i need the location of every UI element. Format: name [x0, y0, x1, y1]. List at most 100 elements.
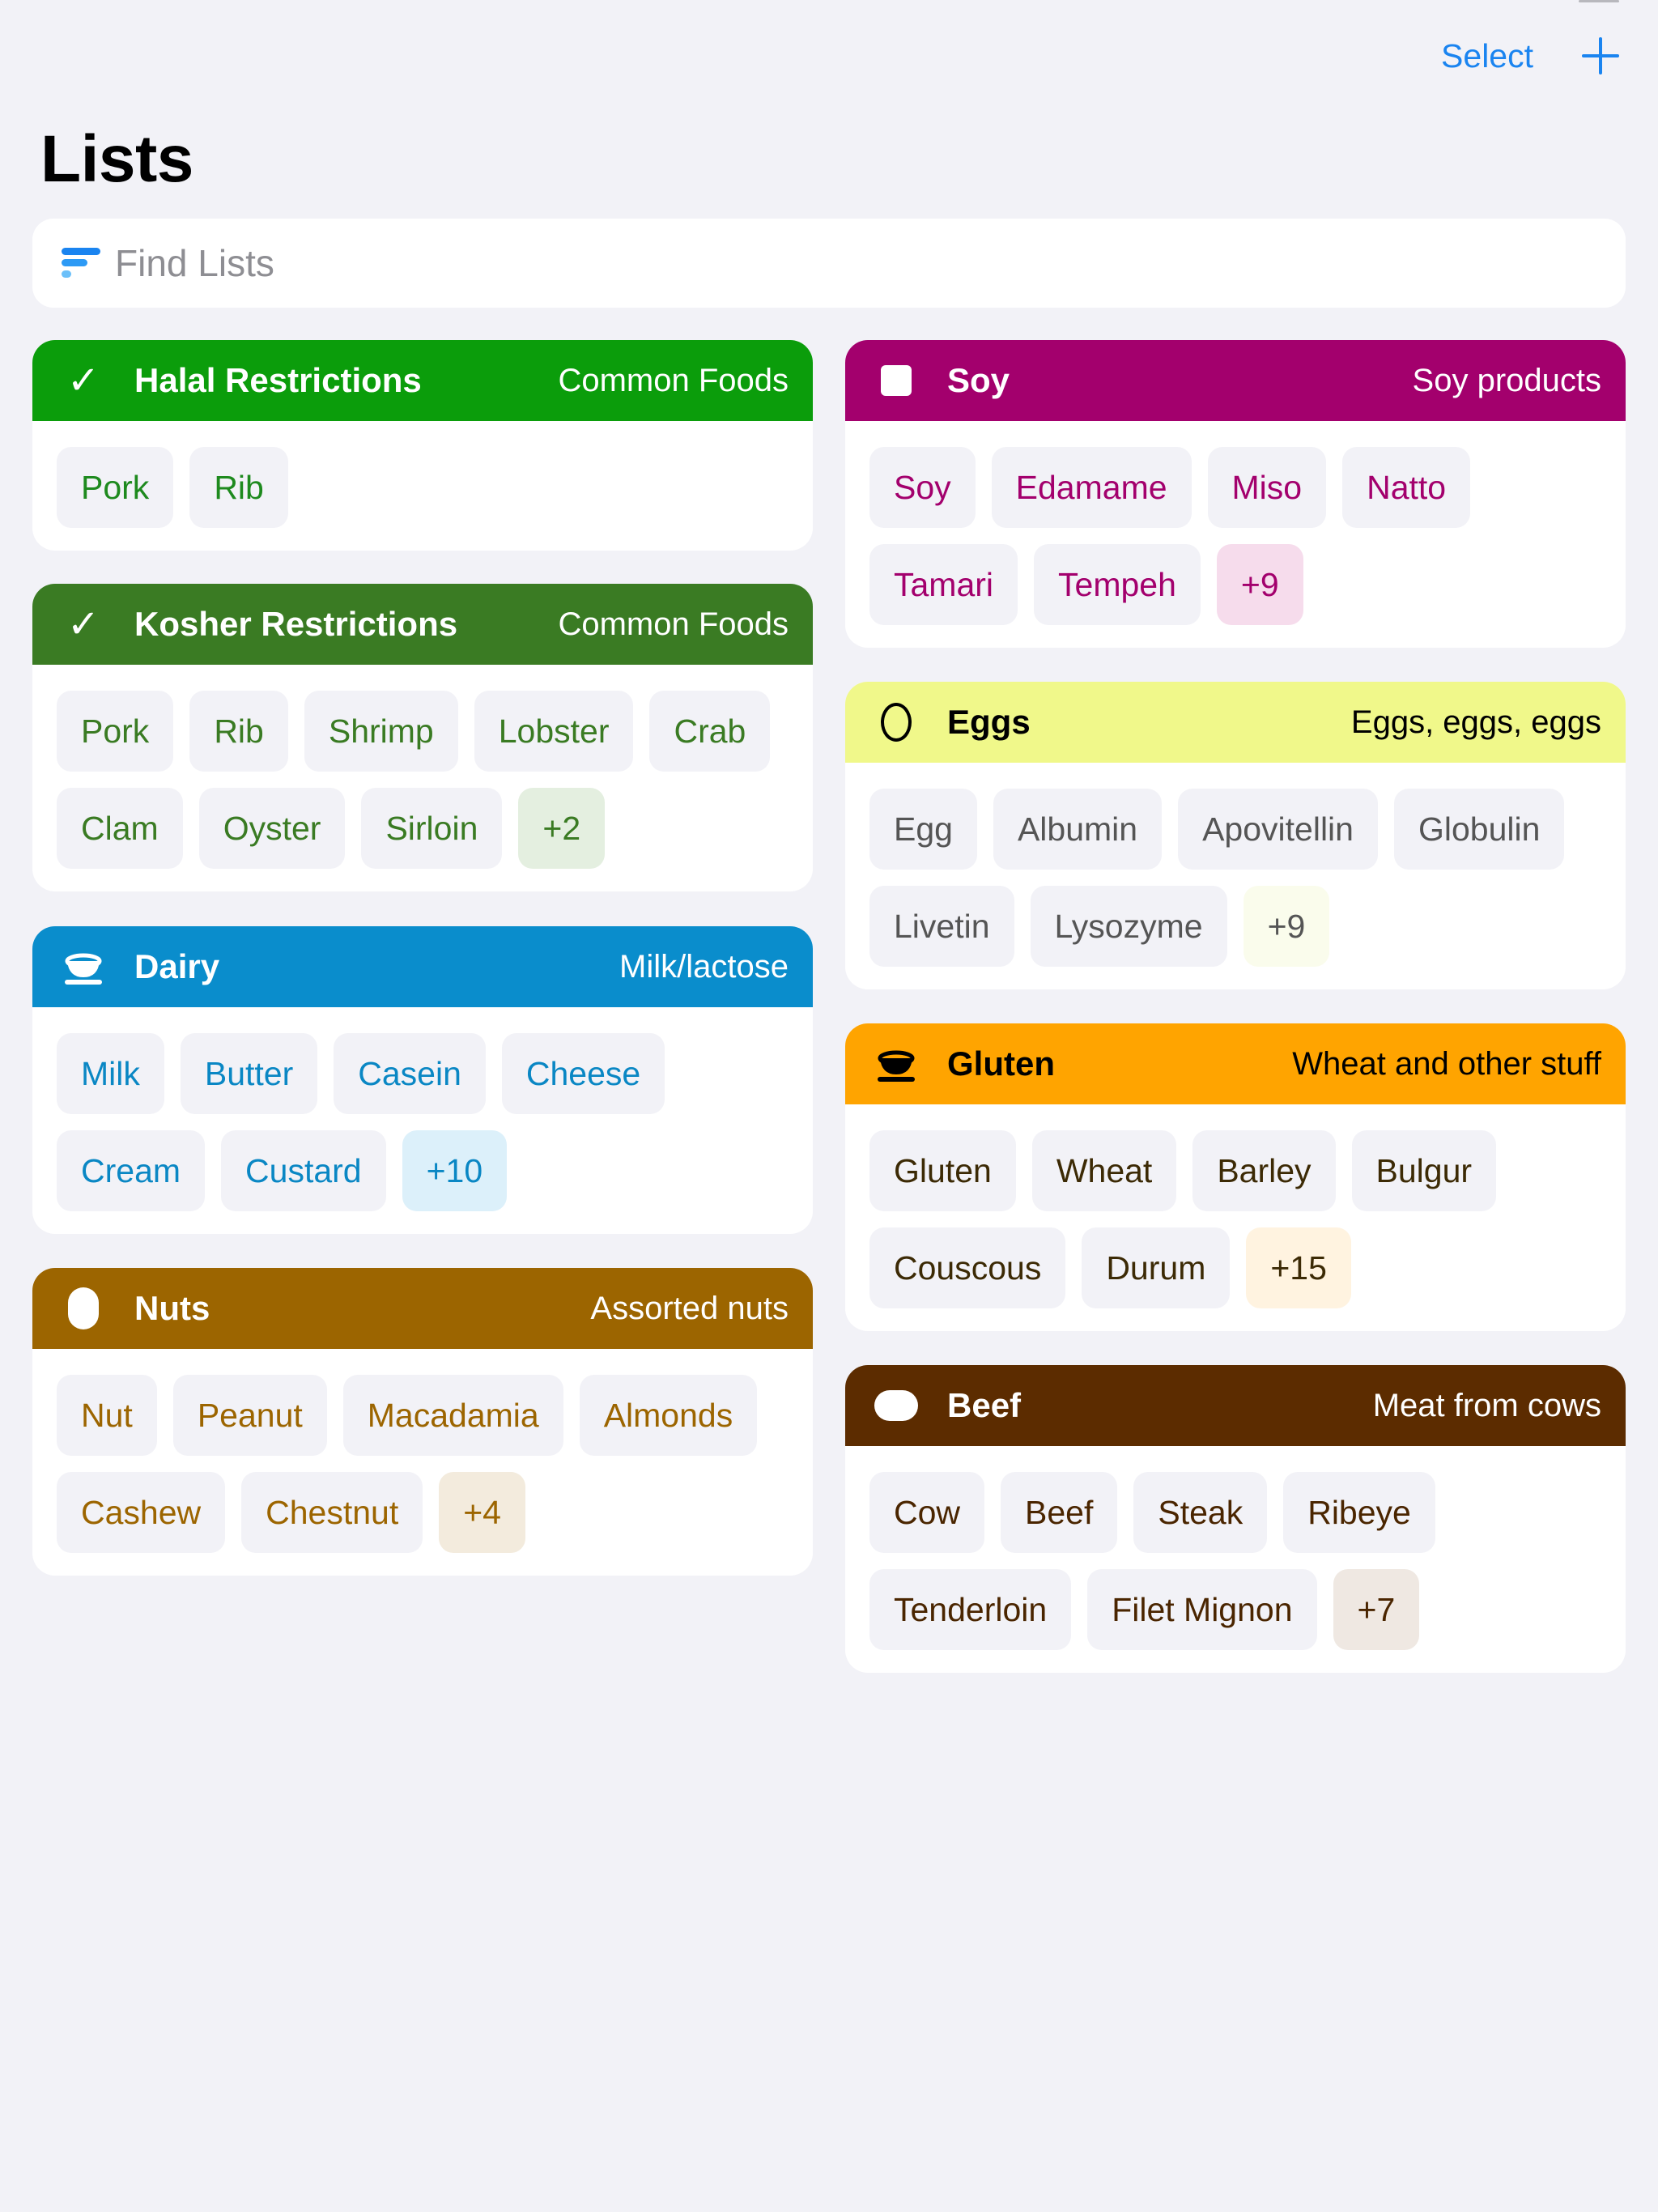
card-header: Gluten Wheat and other stuff [845, 1023, 1626, 1104]
item-chip[interactable]: Casein [334, 1033, 486, 1114]
pill-shape-icon [874, 1384, 918, 1427]
item-chip[interactable]: Egg [869, 789, 977, 870]
item-chip[interactable]: Wheat [1031, 1130, 1177, 1211]
item-chip[interactable]: Milk [57, 1033, 164, 1114]
search-bar[interactable] [32, 219, 1626, 308]
more-items-chip[interactable]: +7 [1333, 1569, 1420, 1650]
item-chip[interactable]: Cheese [501, 1033, 665, 1114]
coffee-cup-icon [62, 945, 105, 989]
item-chip[interactable]: Peanut [172, 1375, 327, 1456]
item-chip[interactable]: Shrimp [304, 691, 458, 772]
list-card-gluten[interactable]: Gluten Wheat and other stuff Gluten Wheat Ba… [845, 1023, 1626, 1331]
coffee-cup-icon [874, 1042, 918, 1086]
item-chip[interactable]: Couscous [869, 1227, 1066, 1308]
list-card-kosher[interactable]: ✓ Kosher Restrictions Common Foods Pork Rib S… [32, 584, 813, 891]
item-chip[interactable]: Globulin [1393, 789, 1565, 870]
item-chip[interactable]: Almonds [579, 1375, 758, 1456]
checkmark-icon: ✓ [66, 358, 100, 403]
item-chip[interactable]: Nut [57, 1375, 157, 1456]
item-chip[interactable]: Chestnut [241, 1472, 423, 1553]
item-chip[interactable]: Bulgur [1351, 1130, 1497, 1211]
item-chip[interactable]: Lobster [474, 691, 634, 772]
item-chip[interactable]: Clam [57, 788, 183, 869]
item-chip[interactable]: Cow [869, 1472, 985, 1553]
card-chip-list: Soy Edamame Miso Natto Tamari Tempeh +9 [845, 421, 1626, 648]
card-header: Eggs Eggs, eggs, eggs [845, 682, 1626, 763]
item-chip[interactable]: Rib [189, 447, 288, 528]
card-header: Nuts Assorted nuts [32, 1268, 813, 1349]
list-card-soy[interactable]: Soy Soy products Soy Edamame Miso Natto Tamari… [845, 340, 1626, 648]
card-title: Soy [947, 361, 1010, 399]
card-chip-list: Egg Albumin Apovitellin Globulin Livetin Lyso… [845, 763, 1626, 989]
item-chip[interactable]: Livetin [869, 886, 1014, 967]
item-chip[interactable]: Beef [1001, 1472, 1118, 1553]
page-title: Lists [40, 122, 193, 196]
item-chip[interactable]: Crab [649, 691, 771, 772]
list-card-beef[interactable]: Beef Meat from cows Cow Beef Steak Ribeye Tend… [845, 1365, 1626, 1673]
item-chip[interactable]: Lysozyme [1030, 886, 1227, 967]
card-header: Beef Meat from cows [845, 1365, 1626, 1446]
card-header: Dairy Milk/lactose [32, 926, 813, 1007]
card-chip-list: Nut Peanut Macadamia Almonds Cashew Chestnut +… [32, 1349, 813, 1576]
more-items-chip[interactable]: +4 [439, 1472, 525, 1553]
item-chip[interactable]: Oyster [198, 788, 346, 869]
card-subtitle: Milk/lactose [619, 948, 789, 985]
item-chip[interactable]: Ribeye [1283, 1472, 1435, 1553]
item-chip[interactable]: Miso [1207, 447, 1327, 528]
list-card-dairy[interactable]: Dairy Milk/lactose Milk Butter Casein Cheese C… [32, 926, 813, 1234]
item-chip[interactable]: Tamari [869, 544, 1018, 625]
card-subtitle: Eggs, eggs, eggs [1350, 704, 1601, 740]
item-chip[interactable]: Filet Mignon [1087, 1569, 1317, 1650]
card-subtitle: Common Foods [558, 362, 789, 398]
card-title: Kosher Restrictions [134, 605, 458, 643]
item-chip[interactable]: Rib [189, 691, 288, 772]
item-chip[interactable]: Cream [57, 1130, 206, 1211]
card-subtitle: Soy products [1412, 362, 1601, 398]
item-chip[interactable]: Tenderloin [869, 1569, 1072, 1650]
item-chip[interactable]: Butter [180, 1033, 318, 1114]
more-items-chip[interactable]: +9 [1216, 544, 1303, 625]
item-chip[interactable]: Barley [1192, 1130, 1336, 1211]
card-chip-list: Gluten Wheat Barley Bulgur Couscous Durum +15 [845, 1104, 1626, 1331]
card-header: ✓ Halal Restrictions Common Foods [32, 340, 813, 421]
card-title: Halal Restrictions [134, 361, 422, 399]
list-card-eggs[interactable]: Eggs Eggs, eggs, eggs Egg Albumin Apovitelli… [845, 682, 1626, 989]
item-chip[interactable]: Soy [869, 447, 976, 528]
item-chip[interactable]: Gluten [869, 1130, 1016, 1211]
search-input[interactable] [115, 241, 1491, 285]
egg-outline-icon [874, 700, 918, 744]
item-chip[interactable]: Natto [1342, 447, 1471, 528]
card-subtitle: Wheat and other stuff [1292, 1045, 1601, 1082]
list-card-halal[interactable]: ✓ Halal Restrictions Common Foods Pork Rib [32, 340, 813, 551]
more-items-chip[interactable]: +15 [1246, 1227, 1351, 1308]
item-chip[interactable]: Durum [1082, 1227, 1231, 1308]
plus-icon[interactable] [1579, 34, 1622, 78]
card-chip-list: Pork Rib [32, 421, 813, 551]
more-items-chip[interactable]: +9 [1243, 886, 1330, 967]
item-chip[interactable]: Custard [221, 1130, 386, 1211]
status-indicator [1579, 0, 1619, 2]
card-title: Gluten [947, 1044, 1055, 1083]
square-icon [874, 359, 918, 402]
item-chip[interactable]: Sirloin [361, 788, 503, 869]
item-chip[interactable]: Macadamia [342, 1375, 563, 1456]
item-chip[interactable]: Albumin [993, 789, 1163, 870]
item-chip[interactable]: Cashew [57, 1472, 226, 1553]
item-chip[interactable]: Edamame [991, 447, 1192, 528]
item-chip[interactable]: Pork [57, 691, 174, 772]
card-subtitle: Meat from cows [1372, 1387, 1601, 1423]
card-title: Beef [947, 1386, 1022, 1424]
item-chip[interactable]: Pork [57, 447, 174, 528]
item-chip[interactable]: Steak [1133, 1472, 1268, 1553]
item-chip[interactable]: Apovitellin [1178, 789, 1378, 870]
item-chip[interactable]: Tempeh [1034, 544, 1201, 625]
card-title: Eggs [947, 703, 1031, 741]
more-items-chip[interactable]: +2 [518, 788, 606, 869]
list-card-nuts[interactable]: Nuts Assorted nuts Nut Peanut Macadamia Almon… [32, 1268, 813, 1576]
checkmark-icon: ✓ [66, 602, 100, 647]
select-button[interactable]: Select [1441, 37, 1533, 75]
card-title: Dairy [134, 947, 220, 985]
more-items-chip[interactable]: +10 [402, 1130, 508, 1211]
nav-bar: Select [1441, 34, 1622, 78]
card-header: Soy Soy products [845, 340, 1626, 421]
